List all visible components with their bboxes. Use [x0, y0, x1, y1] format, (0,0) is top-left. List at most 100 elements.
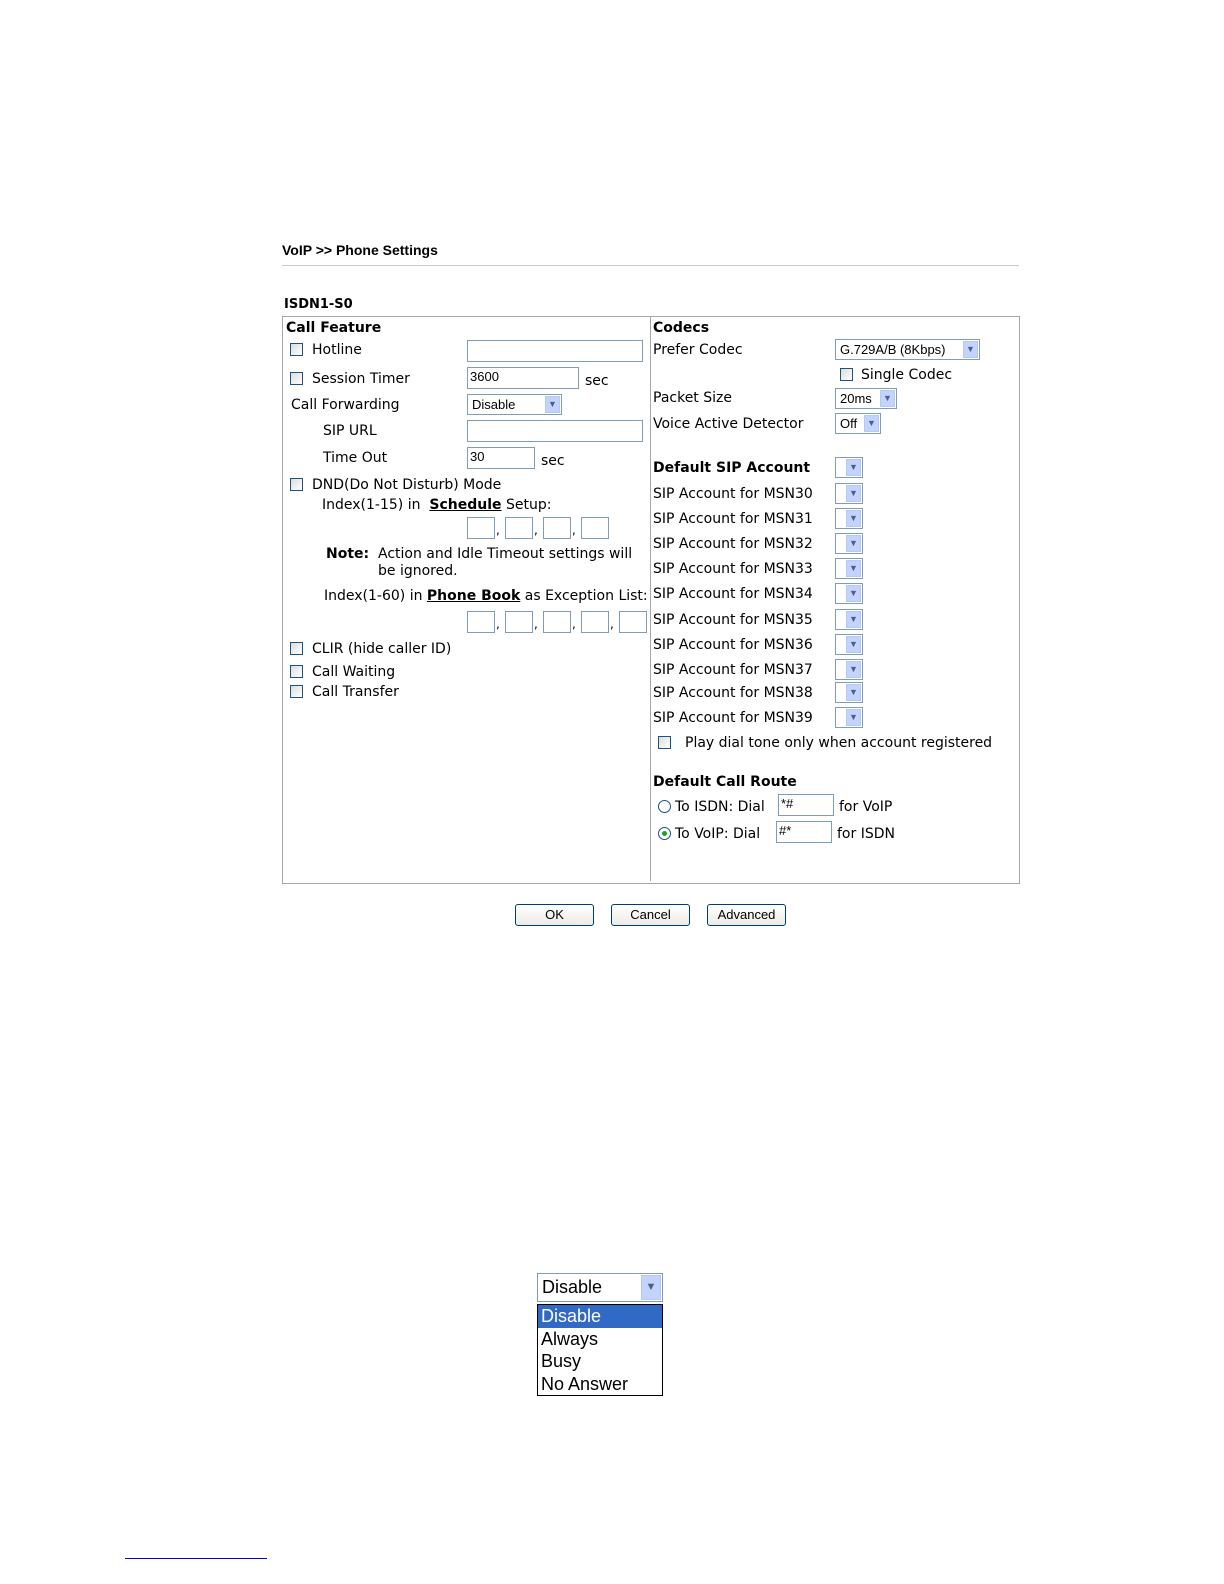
schedule-index-4[interactable]	[581, 517, 609, 539]
schedule-link[interactable]: Schedule	[429, 497, 501, 513]
hotline-input[interactable]	[467, 340, 643, 362]
single-codec-label: Single Codec	[861, 367, 953, 383]
dnd-checkbox[interactable]	[290, 478, 303, 491]
phonebook-index-1[interactable]	[467, 611, 495, 633]
schedule-line: Index(1-15) in Schedule Setup:	[322, 497, 551, 513]
call-forwarding-label: Call Forwarding	[291, 397, 400, 413]
codecs-heading: Codecs	[653, 320, 710, 336]
separator: ,	[534, 617, 538, 631]
single-codec-checkbox[interactable]	[840, 368, 853, 381]
sip-account-label: SIP Account for MSN33	[653, 561, 813, 577]
sip-account-select[interactable]: ▼	[835, 533, 863, 554]
clir-checkbox[interactable]	[290, 642, 303, 655]
schedule-index-2[interactable]	[505, 517, 533, 539]
hotline-checkbox[interactable]	[290, 343, 303, 356]
schedule-index-1[interactable]	[467, 517, 495, 539]
dropdown-option[interactable]: Busy	[538, 1350, 662, 1373]
cancel-button[interactable]: Cancel	[611, 904, 690, 926]
chevron-down-icon[interactable]: ▼	[963, 341, 978, 358]
sip-account-select[interactable]: ▼	[835, 558, 863, 579]
default-sip-account-select[interactable]: ▼	[835, 457, 863, 478]
phonebook-index-3[interactable]	[543, 611, 571, 633]
sip-account-select[interactable]: ▼	[835, 583, 863, 604]
play-dial-tone-checkbox[interactable]	[658, 736, 671, 749]
to-voip-input[interactable]: #*	[776, 821, 832, 843]
advanced-button[interactable]: Advanced	[707, 904, 786, 926]
phone-book-link[interactable]: Phone Book	[427, 588, 520, 604]
phonebook-line: Index(1-60) in Phone Book as Exception L…	[324, 588, 648, 604]
chevron-down-icon[interactable]: ▼	[864, 415, 879, 432]
session-timer-checkbox[interactable]	[290, 372, 303, 385]
vad-select[interactable]: Off ▼	[835, 413, 881, 434]
to-isdn-radio[interactable]	[658, 800, 671, 813]
sip-account-select[interactable]: ▼	[835, 609, 863, 630]
prefer-codec-select[interactable]: G.729A/B (8Kbps) ▼	[835, 339, 980, 360]
footnote-separator	[125, 1558, 267, 1559]
time-out-label: Time Out	[323, 450, 388, 466]
separator: ,	[572, 617, 576, 631]
chevron-down-icon[interactable]: ▼	[641, 1275, 661, 1300]
phonebook-prefix: Index(1-60) in	[324, 588, 423, 604]
separator: ,	[572, 523, 576, 537]
schedule-index-3[interactable]	[543, 517, 571, 539]
sip-account-select[interactable]: ▼	[835, 508, 863, 529]
prefer-codec-value: G.729A/B (8Kbps)	[840, 342, 946, 357]
packet-size-label: Packet Size	[653, 390, 732, 406]
separator: ,	[496, 617, 500, 631]
sip-url-input[interactable]	[467, 420, 643, 442]
chevron-down-icon[interactable]: ▼	[846, 535, 861, 552]
clir-label: CLIR (hide caller ID)	[312, 641, 452, 657]
call-forwarding-select[interactable]: Disable ▼	[467, 394, 562, 415]
phonebook-index-5[interactable]	[619, 611, 647, 633]
dropdown-option[interactable]: Always	[538, 1328, 662, 1351]
call-route-heading: Default Call Route	[653, 774, 797, 790]
dropdown-option[interactable]: Disable	[538, 1305, 662, 1328]
dropdown-options: Disable Always Busy No Answer	[537, 1304, 663, 1396]
phonebook-index-4[interactable]	[581, 611, 609, 633]
sip-account-select[interactable]: ▼	[835, 483, 863, 504]
chevron-down-icon[interactable]: ▼	[846, 661, 861, 678]
sip-account-select[interactable]: ▼	[835, 659, 863, 680]
chevron-down-icon[interactable]: ▼	[545, 396, 560, 413]
session-timer-unit: sec	[585, 373, 609, 389]
sip-account-label: SIP Account for MSN34	[653, 586, 813, 602]
packet-size-select[interactable]: 20ms ▼	[835, 388, 897, 409]
chevron-down-icon[interactable]: ▼	[846, 636, 861, 653]
time-out-input[interactable]: 30	[467, 447, 535, 469]
chevron-down-icon[interactable]: ▼	[846, 510, 861, 527]
call-waiting-checkbox[interactable]	[290, 665, 303, 678]
to-voip-radio[interactable]	[658, 827, 671, 840]
chevron-down-icon[interactable]: ▼	[846, 709, 861, 726]
chevron-down-icon[interactable]: ▼	[846, 611, 861, 628]
call-forwarding-dropdown-expanded[interactable]: Disable ▼	[537, 1273, 663, 1302]
phonebook-index-2[interactable]	[505, 611, 533, 633]
dropdown-option[interactable]: No Answer	[538, 1373, 662, 1396]
sip-account-select[interactable]: ▼	[835, 634, 863, 655]
phonebook-suffix: as Exception List:	[524, 588, 648, 604]
note-line-1: Action and Idle Timeout settings will	[378, 546, 633, 562]
sip-account-select[interactable]: ▼	[835, 682, 863, 703]
packet-size-value: 20ms	[840, 391, 872, 406]
port-label: ISDN1-S0	[284, 297, 353, 312]
panel-divider	[650, 317, 651, 881]
chevron-down-icon[interactable]: ▼	[846, 684, 861, 701]
to-voip-label: To VoIP: Dial	[675, 826, 761, 842]
sip-account-label: SIP Account for MSN32	[653, 536, 813, 552]
chevron-down-icon[interactable]: ▼	[846, 585, 861, 602]
chevron-down-icon[interactable]: ▼	[846, 485, 861, 502]
to-isdn-input[interactable]: *#	[778, 794, 834, 816]
call-transfer-label: Call Transfer	[312, 684, 399, 700]
schedule-suffix: Setup:	[505, 497, 552, 513]
chevron-down-icon[interactable]: ▼	[880, 390, 895, 407]
chevron-down-icon[interactable]: ▼	[846, 560, 861, 577]
session-timer-input[interactable]: 3600	[467, 367, 579, 389]
call-transfer-checkbox[interactable]	[290, 685, 303, 698]
to-voip-suffix: for ISDN	[837, 826, 895, 842]
note-label: Note:	[326, 546, 370, 562]
sip-account-label: SIP Account for MSN38	[653, 685, 813, 701]
dnd-label: DND(Do Not Disturb) Mode	[312, 477, 502, 493]
ok-button[interactable]: OK	[515, 904, 594, 926]
sip-account-select[interactable]: ▼	[835, 707, 863, 728]
call-feature-heading: Call Feature	[286, 320, 382, 336]
chevron-down-icon[interactable]: ▼	[846, 459, 861, 476]
